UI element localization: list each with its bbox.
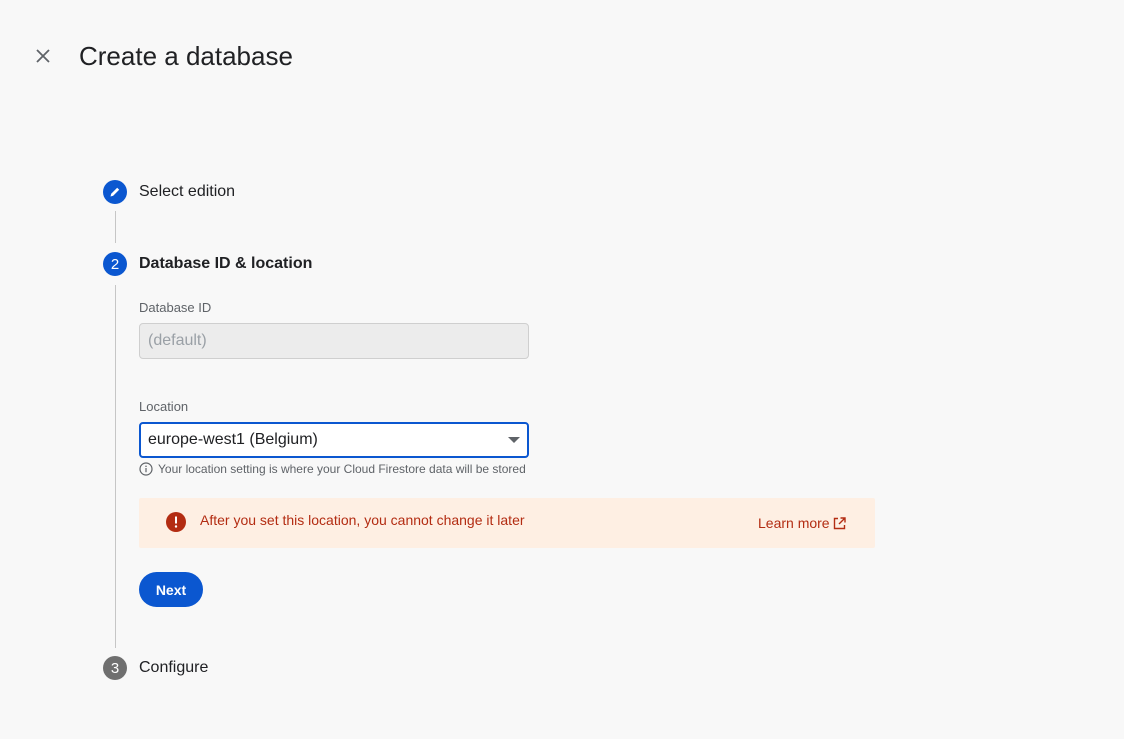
- learn-more-label: Learn more: [758, 515, 830, 531]
- step-2-indicator: 2: [103, 252, 127, 276]
- stepper-connector: [115, 211, 116, 243]
- learn-more-link[interactable]: Learn more: [758, 515, 846, 531]
- step-3-indicator: 3: [103, 656, 127, 680]
- info-icon: [139, 462, 153, 476]
- step-2-number: 2: [110, 255, 120, 273]
- external-link-icon: [833, 516, 846, 529]
- step-1-indicator: [103, 180, 127, 204]
- pencil-icon: [110, 187, 120, 197]
- dropdown-arrow-icon: [508, 437, 520, 443]
- database-id-label: Database ID: [139, 300, 212, 315]
- step-3-label[interactable]: Configure: [139, 658, 208, 678]
- step-2-label: Database ID & location: [139, 255, 313, 272]
- step-1-label[interactable]: Select edition: [139, 182, 235, 202]
- step-3-number: 3: [110, 659, 120, 677]
- next-button[interactable]: Next: [139, 572, 203, 607]
- location-hint-text: Your location setting is where your Clou…: [158, 462, 526, 476]
- warning-text: After you set this location, you cannot …: [200, 512, 525, 528]
- stepper-connector: [115, 285, 116, 648]
- page-title: Create a database: [79, 41, 293, 71]
- database-id-input: [139, 323, 529, 359]
- location-select[interactable]: europe-west1 (Belgium): [139, 422, 529, 458]
- location-value: europe-west1 (Belgium): [148, 431, 318, 448]
- close-button[interactable]: [28, 41, 58, 71]
- error-icon: [166, 512, 186, 532]
- location-hint: Your location setting is where your Clou…: [139, 462, 526, 476]
- location-warning-banner: After you set this location, you cannot …: [139, 498, 875, 548]
- close-icon: [36, 49, 50, 63]
- location-label: Location: [139, 399, 189, 414]
